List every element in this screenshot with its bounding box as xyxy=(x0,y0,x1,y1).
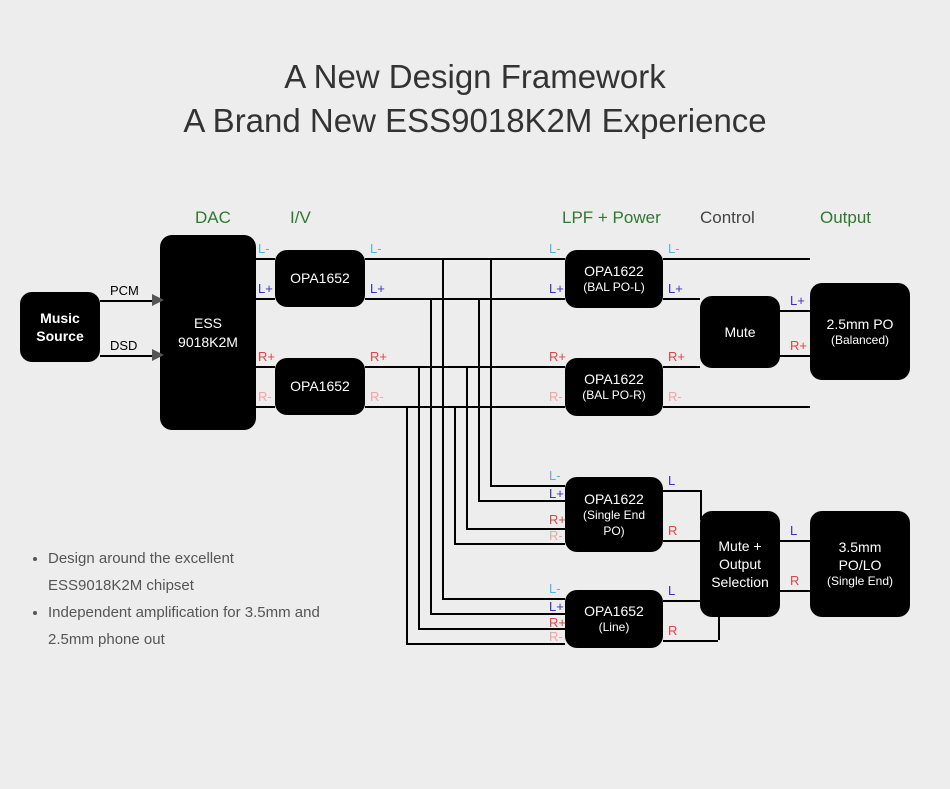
lbl-line-rp: R+ xyxy=(547,615,568,630)
lbl-mute-out-rp: R+ xyxy=(788,338,809,353)
wire-iv-lpf-pol-lp xyxy=(365,298,565,300)
lbl-dac-iv-lm: L- xyxy=(256,241,272,256)
lbl-mute-out-lp: L+ xyxy=(788,293,807,308)
wire-iv-lpf-pol-lm xyxy=(365,258,565,260)
wire-tap-line-lp-h xyxy=(430,613,565,615)
bullet-2: Independent amplification for 3.5mm and … xyxy=(48,599,330,653)
wire-tap-line-lm-v xyxy=(442,258,444,598)
lbl-se-out-l: L xyxy=(666,473,677,488)
lbl-musel-out-l: L xyxy=(788,523,799,538)
col-control: Control xyxy=(700,208,755,228)
lbl-musel-out-r: R xyxy=(788,573,801,588)
lbl-iv-lm: L- xyxy=(368,241,384,256)
wire-line-musel-l xyxy=(663,600,700,602)
feature-bullets: Design around the excellent ESS9018K2M c… xyxy=(30,545,330,653)
iv-top-box: OPA1652 xyxy=(275,250,365,307)
wire-tap-se-lp-v xyxy=(478,298,480,500)
lbl-por-out-rp: R+ xyxy=(666,349,687,364)
lpf-line-box: OPA1652(Line) xyxy=(565,590,663,648)
out25-box: 2.5mm PO(Balanced) xyxy=(810,283,910,380)
out35-box: 3.5mm PO/LO(Single End) xyxy=(810,511,910,617)
col-lpf: LPF + Power xyxy=(562,208,661,228)
iv-bot-box: OPA1652 xyxy=(275,358,365,415)
wire-line-musel-r-h xyxy=(663,640,718,642)
lbl-pcm: PCM xyxy=(108,283,141,298)
lbl-por-rm: R- xyxy=(547,389,565,404)
lbl-dac-iv-rm: R- xyxy=(256,389,274,404)
wire-tap-line-rm-v xyxy=(406,406,408,643)
wire-tap-se-rp-v xyxy=(466,366,468,528)
wire-por-mute-rp xyxy=(663,366,700,368)
wire-line-musel-r-v xyxy=(718,617,720,640)
mute-sel-box: Mute + Output Selection xyxy=(700,511,780,617)
lbl-por-out-rm: R- xyxy=(666,389,684,404)
lbl-se-rp: R+ xyxy=(547,512,568,527)
music-source-box: Music Source xyxy=(20,292,100,362)
lbl-se-out-r: R xyxy=(666,523,679,538)
lpf-pol-box: OPA1622(BAL PO-L) xyxy=(565,250,663,308)
wire-musel-out-l xyxy=(780,540,810,542)
wire-dac-iv-lp xyxy=(256,298,275,300)
wire-dac-iv-rm xyxy=(256,406,275,408)
mute-box: Mute xyxy=(700,296,780,368)
wire-iv-lpf-por-rm xyxy=(365,406,565,408)
wire-se-musel-l-v xyxy=(700,490,702,520)
lbl-se-lm: L- xyxy=(547,468,563,483)
wire-mute-out-lp xyxy=(780,310,810,312)
lbl-se-lp: L+ xyxy=(547,486,566,501)
lbl-dsd: DSD xyxy=(108,338,139,353)
title-line1: A New Design Framework xyxy=(0,58,950,96)
wire-pcm xyxy=(100,300,160,302)
lbl-iv-rm: R- xyxy=(368,389,386,404)
lbl-iv-rp: R+ xyxy=(368,349,389,364)
lbl-line-out-r: R xyxy=(666,623,679,638)
wire-tap-line-lp-v xyxy=(430,298,432,613)
lbl-dac-iv-rp: R+ xyxy=(256,349,277,364)
dac-box: ESS 9018K2M xyxy=(160,235,256,430)
lbl-pol-out-lm: L- xyxy=(666,241,682,256)
lbl-iv-lp: L+ xyxy=(368,281,387,296)
lbl-por-rp: R+ xyxy=(547,349,568,364)
wire-tap-line-rp-h xyxy=(418,628,565,630)
wire-mute-out-rp xyxy=(780,355,810,357)
wire-dac-iv-rp xyxy=(256,366,275,368)
wire-tap-line-rm-h xyxy=(406,643,565,645)
wire-se-musel-r xyxy=(663,540,700,542)
lbl-pol-lm: L- xyxy=(547,241,563,256)
wire-musel-out-r xyxy=(780,590,810,592)
wire-se-musel-l-h xyxy=(663,490,700,492)
wire-por-out-rm xyxy=(663,406,810,408)
wire-tap-se-rm-h xyxy=(454,543,565,545)
col-output: Output xyxy=(820,208,871,228)
wire-dsd xyxy=(100,355,160,357)
wire-tap-se-rm-v xyxy=(454,406,456,543)
wire-iv-lpf-por-rp xyxy=(365,366,565,368)
lpf-se-box: OPA1622(Single End PO) xyxy=(565,477,663,552)
wire-tap-se-lm-v xyxy=(490,258,492,485)
wire-tap-line-rp-v xyxy=(418,366,420,628)
lbl-se-rm: R- xyxy=(547,528,565,543)
wire-dac-iv-lm xyxy=(256,258,275,260)
wire-pol-out-lm xyxy=(663,258,810,260)
wire-pol-mute-lp xyxy=(663,298,700,300)
bullet-1: Design around the excellent ESS9018K2M c… xyxy=(48,545,330,599)
lbl-line-out-l: L xyxy=(666,583,677,598)
arrow-dsd xyxy=(152,349,164,361)
lbl-pol-mute-lp: L+ xyxy=(666,281,685,296)
lbl-dac-iv-lp: L+ xyxy=(256,281,275,296)
lbl-pol-lp: L+ xyxy=(547,281,566,296)
arrow-pcm xyxy=(152,294,164,306)
col-dac: DAC xyxy=(195,208,231,228)
col-iv: I/V xyxy=(290,208,311,228)
lbl-line-lp: L+ xyxy=(547,599,566,614)
lbl-line-lm: L- xyxy=(547,581,563,596)
lpf-por-box: OPA1622(BAL PO-R) xyxy=(565,358,663,416)
lbl-line-rm: R- xyxy=(547,629,565,644)
title-line2: A Brand New ESS9018K2M Experience xyxy=(0,102,950,140)
